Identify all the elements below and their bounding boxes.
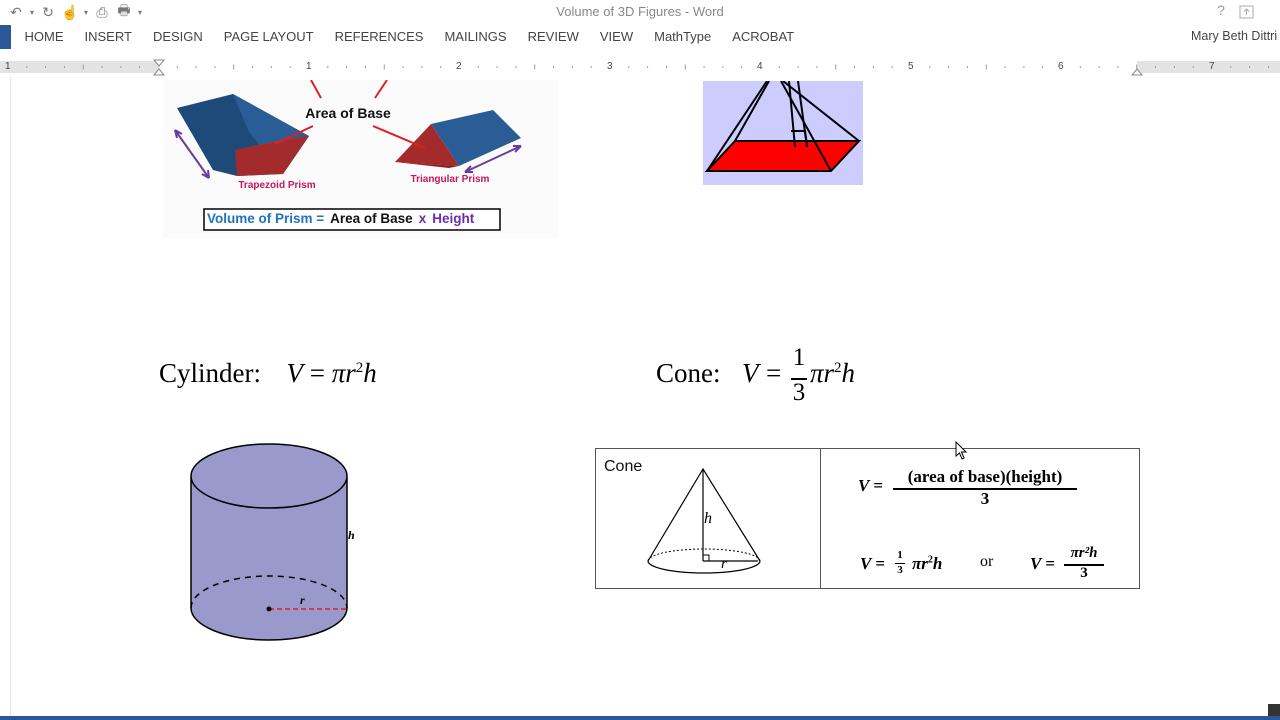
cylinder-radius-label: r [300, 593, 305, 607]
prism-formula-x: x [418, 211, 427, 226]
cone-formula2-rest: πr2h [912, 554, 942, 574]
tab-home[interactable]: HOME [14, 25, 74, 49]
cone-formula1-lhs: V = [858, 476, 883, 496]
status-bar-edge [0, 716, 1280, 720]
cone-r: r [823, 358, 835, 388]
cone-pi: π [810, 358, 824, 388]
cone-fraction-den: 3 [792, 379, 806, 406]
right-indent-marker[interactable] [1130, 68, 1144, 76]
cone-formula2-h: h [932, 554, 943, 573]
cone-eq: = [766, 358, 782, 388]
cone-formula-or: or [980, 553, 994, 570]
tab-acrobat[interactable]: ACROBAT [722, 25, 805, 49]
cone-formula2-pir: πr [912, 554, 928, 573]
cylinder-figure [190, 443, 348, 641]
help-icon[interactable]: ? [1212, 2, 1230, 22]
cone-formula3-lhs: V = [1030, 554, 1055, 573]
cone-formula1-den: 3 [980, 489, 990, 508]
cone-formula2-den: 3 [897, 564, 903, 576]
first-line-indent-marker[interactable] [152, 59, 166, 67]
cylinder-height-label: h [348, 528, 355, 542]
ruler-label: 1 [306, 61, 312, 72]
cone-label: Cone: [656, 358, 721, 388]
prism-formula-part1: Volume of Prism = [207, 211, 325, 226]
area-of-base-label: Area of Base [305, 105, 391, 121]
cylinder-label: Cylinder: [159, 358, 261, 388]
prism-formula-part3: Height [432, 211, 475, 226]
tab-mathtype[interactable]: MathType [644, 25, 722, 49]
cone-formula2-lhs: V = [860, 554, 885, 573]
cylinder-r: r [345, 358, 356, 388]
page-left-edge [10, 77, 11, 717]
cylinder-formula: Cylinder: V = πr2h [159, 358, 377, 398]
ruler-label: 6 [1058, 61, 1064, 72]
cone-table-title: Cone [604, 458, 643, 475]
ruler-label: 1 [5, 61, 11, 72]
cone-exp: 2 [834, 360, 842, 376]
tab-page-layout[interactable]: PAGE LAYOUT [213, 25, 324, 49]
cylinder-top [190, 443, 348, 509]
cone-table-divider [820, 448, 821, 589]
cone-fraction-num: 1 [792, 344, 806, 371]
trapezoid-prism-label: Trapezoid Prism [238, 180, 316, 191]
tab-design[interactable]: DESIGN [142, 25, 213, 49]
cone-formula1-num: (area of base)(height) [907, 467, 1063, 486]
prism-formula-part2: Area of Base [330, 211, 413, 226]
cone-formula1-lhs-text: V = [858, 476, 883, 495]
tab-review[interactable]: REVIEW [517, 25, 589, 49]
ribbon-display-options-icon[interactable] [1238, 3, 1256, 21]
scrollbar-corner [1268, 704, 1280, 716]
cone-rhs: πr2h [810, 358, 855, 389]
tab-insert[interactable]: INSERT [74, 25, 142, 49]
ruler-label: 4 [757, 61, 763, 72]
ribbon-tabs: HOME INSERT DESIGN PAGE LAYOUT REFERENCE… [14, 25, 805, 49]
cone-h: h [841, 358, 856, 388]
pyramid-figure [703, 81, 863, 185]
cylinder-v: V [286, 358, 304, 388]
mouse-cursor-icon [955, 441, 968, 460]
pyramid-base [704, 140, 862, 172]
ruler-label: 7 [1209, 61, 1215, 72]
cone-v: V [742, 358, 759, 388]
cone-formula2-num: 1 [897, 549, 903, 561]
tab-mailings[interactable]: MAILINGS [434, 25, 517, 49]
cone-formula3-num: πr²h [1070, 545, 1098, 561]
cone-formula3-den: 3 [1080, 565, 1088, 581]
cylinder-pi: π [331, 358, 346, 388]
document-title: Volume of 3D Figures - Word [556, 4, 724, 19]
cylinder-eq: = [309, 358, 325, 388]
ruler-ticks [26, 59, 1269, 76]
user-account-name[interactable]: Mary Beth Dittri [1191, 29, 1277, 43]
triangular-prism-label: Triangular Prism [410, 174, 490, 185]
cone-fig-height-label: h [704, 510, 712, 527]
file-tab[interactable] [0, 25, 11, 49]
cylinder-h: h [363, 358, 377, 388]
ruler-label: 3 [607, 61, 613, 72]
cone-fig-radius-label: r [721, 556, 727, 572]
ruler-label: 5 [908, 61, 914, 72]
tab-references[interactable]: REFERENCES [324, 25, 434, 49]
ruler-label: 2 [456, 61, 462, 72]
hanging-indent-marker[interactable] [152, 68, 166, 76]
prism-formula: Volume of Prism = Area of Base x Height [207, 211, 474, 229]
tab-view[interactable]: VIEW [589, 25, 643, 49]
